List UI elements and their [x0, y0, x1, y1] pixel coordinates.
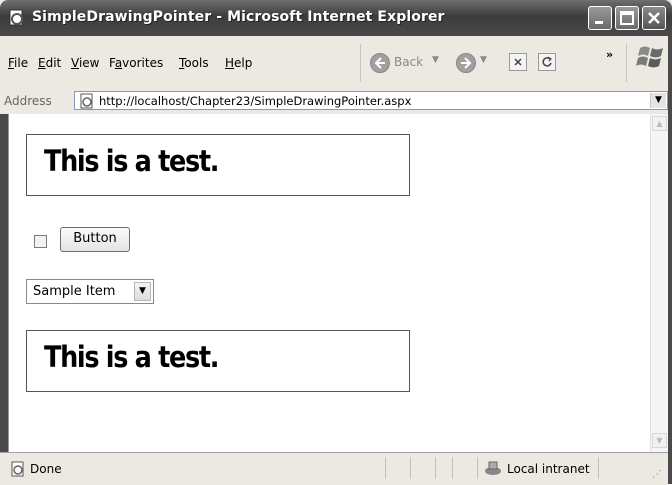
forward-dropdown-icon[interactable]: ▼: [480, 55, 487, 75]
minimize-icon: [595, 21, 603, 24]
drawing-box-1: This is a test.: [26, 134, 410, 196]
scroll-down-icon[interactable]: ▼: [652, 433, 667, 448]
sample-select[interactable]: Sample Item ▼: [26, 279, 154, 304]
menu-favorites[interactable]: Favorites: [109, 56, 163, 70]
window-title: SimpleDrawingPointer - Microsoft Interne…: [32, 9, 445, 25]
forward-arrow-icon[interactable]: [456, 53, 476, 73]
refresh-icon[interactable]: [538, 53, 556, 71]
status-separator: [410, 457, 411, 479]
status-separator: [385, 457, 386, 479]
ie-page-icon: [9, 9, 23, 26]
status-bar: Done Local intranet ⋰: [0, 452, 668, 485]
address-input[interactable]: http://localhost/Chapter23/SimpleDrawing…: [74, 91, 668, 110]
drawn-text-1: This is a test.: [44, 144, 219, 178]
ie-page-icon: [80, 93, 93, 109]
ie-page-icon: [11, 461, 24, 477]
select-value: Sample Item: [33, 284, 116, 299]
button[interactable]: Button: [60, 227, 130, 252]
zone-text: Local intranet: [507, 462, 590, 476]
window-border: [0, 114, 8, 452]
checkbox[interactable]: [34, 235, 47, 248]
page-viewport: This is a test. Button Sample Item ▼ Thi…: [8, 114, 651, 452]
status-text: Done: [30, 462, 62, 476]
menu-file[interactable]: File: [8, 56, 28, 70]
back-button-label[interactable]: Back: [394, 55, 423, 75]
status-separator: [598, 457, 599, 479]
menu-help[interactable]: Help: [225, 56, 252, 70]
browser-window: SimpleDrawingPointer - Microsoft Interne…: [0, 0, 672, 485]
close-icon: [648, 12, 660, 24]
stop-icon[interactable]: [509, 53, 527, 71]
menu-tools[interactable]: Tools: [179, 56, 209, 70]
menu-edit[interactable]: Edit: [38, 56, 61, 70]
toolbar-separator: [360, 44, 361, 82]
status-separator: [435, 457, 436, 479]
chevron-down-icon[interactable]: ▼: [134, 282, 151, 301]
toolbar-overflow-icon[interactable]: »: [606, 48, 613, 61]
close-button[interactable]: [642, 6, 666, 30]
window-border: [668, 36, 672, 484]
address-dropdown-icon[interactable]: ▼: [650, 93, 666, 108]
address-bar: Address http://localhost/Chapter23/Simpl…: [0, 88, 672, 115]
resize-grip-icon[interactable]: ⋰: [652, 469, 662, 480]
drawing-box-2: This is a test.: [26, 330, 410, 392]
maximize-icon: [620, 11, 634, 25]
windows-logo-icon: [636, 46, 663, 68]
address-url: http://localhost/Chapter23/SimpleDrawing…: [99, 94, 412, 108]
local-intranet-icon: [485, 461, 501, 475]
maximize-button[interactable]: [615, 6, 639, 30]
toolbar-separator: [626, 44, 627, 82]
title-bar: SimpleDrawingPointer - Microsoft Interne…: [0, 0, 672, 36]
back-arrow-icon[interactable]: [370, 53, 390, 73]
status-separator: [452, 457, 453, 479]
vertical-scrollbar[interactable]: ▲ ▼: [650, 114, 668, 452]
scroll-up-icon[interactable]: ▲: [652, 116, 667, 131]
back-dropdown-icon[interactable]: ▼: [432, 55, 439, 75]
address-label: Address: [4, 94, 52, 108]
menu-view[interactable]: View: [71, 56, 99, 70]
menu-bar: File Edit View Favorites Tools Help Back…: [0, 36, 672, 89]
minimize-button[interactable]: [588, 6, 612, 30]
status-separator: [477, 457, 478, 479]
drawn-text-2: This is a test.: [44, 340, 219, 374]
